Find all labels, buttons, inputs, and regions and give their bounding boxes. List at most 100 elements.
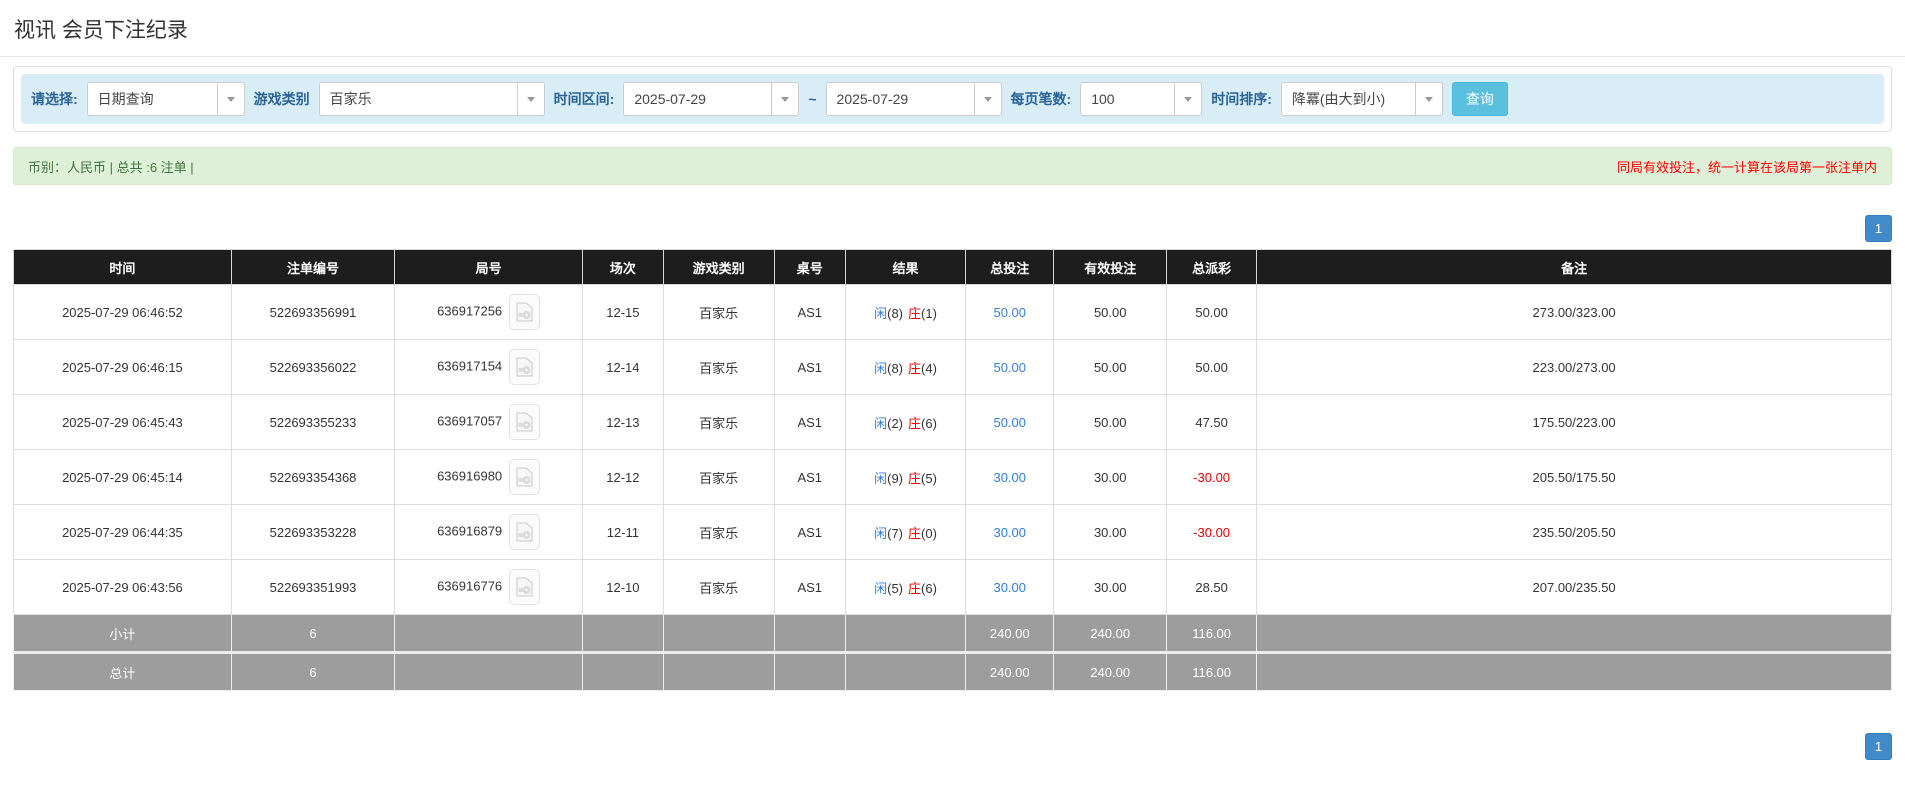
cell-remark: 223.00/273.00 (1257, 340, 1892, 395)
game-category-select[interactable]: 百家乐 (319, 82, 545, 116)
chevron-down-icon[interactable] (1174, 83, 1201, 115)
result-banker: 庄 (908, 306, 921, 321)
time-sort-select[interactable]: 降冪(由大到小) (1281, 82, 1443, 116)
film-file-icon (516, 467, 533, 487)
total-valid-bet: 240.00 (1054, 653, 1167, 691)
round-number: 636916980 (437, 468, 502, 483)
cell-total-bet[interactable]: 30.00 (966, 560, 1054, 615)
cell-total-bet[interactable]: 30.00 (966, 450, 1054, 505)
cell-time: 2025-07-29 06:45:43 (14, 395, 232, 450)
video-replay-button[interactable] (509, 349, 540, 385)
result-banker: 庄 (908, 526, 921, 541)
cell-time: 2025-07-29 06:43:56 (14, 560, 232, 615)
cell-total-bet[interactable]: 30.00 (966, 505, 1054, 560)
cell-payout: 50.00 (1167, 340, 1257, 395)
cell-table-no: AS1 (774, 395, 845, 450)
page-1-button[interactable]: 1 (1865, 733, 1892, 760)
chevron-down-icon[interactable] (517, 83, 544, 115)
bet-records-table: 时间 注单编号 局号 场次 游戏类别 桌号 结果 总投注 有效投注 总派彩 备注… (13, 249, 1892, 691)
col-bet-id: 注单编号 (231, 250, 394, 285)
cell-payout: 50.00 (1167, 285, 1257, 340)
result-player: 闲 (874, 361, 887, 376)
result-banker: 庄 (908, 361, 921, 376)
video-replay-button[interactable] (509, 514, 540, 550)
chevron-down-icon[interactable] (974, 83, 1001, 115)
result-player-score: (8) (887, 306, 903, 321)
cell-round-id: 636916879 (395, 505, 583, 560)
round-number: 636917154 (437, 358, 502, 373)
result-player: 闲 (874, 526, 887, 541)
table-row: 2025-07-29 06:46:15 522693356022 6369171… (14, 340, 1892, 395)
cell-time: 2025-07-29 06:45:14 (14, 450, 232, 505)
cell-bet-id: 522693353228 (231, 505, 394, 560)
cell-game: 百家乐 (663, 560, 774, 615)
page-header: 视讯 会员下注纪录 (0, 0, 1905, 57)
film-file-icon (516, 522, 533, 542)
result-banker-score: (4) (921, 361, 937, 376)
cell-total-bet[interactable]: 50.00 (966, 340, 1054, 395)
cell-remark: 207.00/235.50 (1257, 560, 1892, 615)
video-replay-button[interactable] (509, 294, 540, 330)
subtotal-valid-bet: 240.00 (1054, 615, 1167, 653)
film-file-icon (516, 577, 533, 597)
chevron-down-icon[interactable] (771, 83, 798, 115)
video-replay-button[interactable] (509, 404, 540, 440)
chevron-down-icon[interactable] (217, 83, 244, 115)
page-1-button[interactable]: 1 (1865, 215, 1892, 242)
content: 请选择: 日期查询 游戏类别 百家乐 时间区间: 2025-07-29 ~ (0, 66, 1905, 780)
cell-bet-id: 522693356991 (231, 285, 394, 340)
search-button[interactable]: 查询 (1452, 82, 1508, 116)
cell-valid-bet: 50.00 (1054, 285, 1167, 340)
result-banker: 庄 (908, 471, 921, 486)
query-type-select[interactable]: 日期查询 (87, 82, 245, 116)
result-player: 闲 (874, 306, 887, 321)
summary-bar: 币别：人民币 | 总共 :6 注单 | 同局有效投注，统一计算在该局第一张注单内 (13, 147, 1892, 185)
subtotal-label: 小计 (14, 615, 232, 653)
col-valid-bet: 有效投注 (1054, 250, 1167, 285)
result-banker: 庄 (908, 581, 921, 596)
cell-result: 闲(8)庄(1) (845, 285, 965, 340)
cell-game: 百家乐 (663, 450, 774, 505)
subtotal-total-bet: 240.00 (966, 615, 1054, 653)
result-banker-score: (6) (921, 581, 937, 596)
cell-session: 12-14 (583, 340, 664, 395)
result-banker-score: (0) (921, 526, 937, 541)
cell-remark: 235.50/205.50 (1257, 505, 1892, 560)
video-replay-button[interactable] (509, 459, 540, 495)
time-sort-value: 降冪(由大到小) (1282, 89, 1395, 109)
cell-result: 闲(2)庄(6) (845, 395, 965, 450)
cell-total-bet[interactable]: 50.00 (966, 285, 1054, 340)
cell-session: 12-12 (583, 450, 664, 505)
chevron-down-icon[interactable] (1415, 83, 1442, 115)
time-range-label: 时间区间: (554, 89, 615, 109)
cell-valid-bet: 50.00 (1054, 340, 1167, 395)
cell-round-id: 636917154 (395, 340, 583, 395)
date-to-select[interactable]: 2025-07-29 (826, 82, 1002, 116)
game-category-label: 游戏类别 (254, 89, 310, 109)
result-player-score: (2) (887, 416, 903, 431)
date-from-select[interactable]: 2025-07-29 (623, 82, 799, 116)
cell-table-no: AS1 (774, 560, 845, 615)
table-row: 2025-07-29 06:46:52 522693356991 6369172… (14, 285, 1892, 340)
query-type-label: 请选择: (31, 89, 78, 109)
result-player-score: (7) (887, 526, 903, 541)
game-category-value: 百家乐 (320, 89, 382, 109)
video-replay-button[interactable] (509, 569, 540, 605)
valid-bet-note-text: 同局有效投注，统一计算在该局第一张注单内 (1617, 157, 1877, 176)
result-banker: 庄 (908, 416, 921, 431)
cell-total-bet[interactable]: 50.00 (966, 395, 1054, 450)
cell-bet-id: 522693354368 (231, 450, 394, 505)
page: 视讯 会员下注纪录 请选择: 日期查询 游戏类别 百家乐 时间区间: 2025-… (0, 0, 1905, 797)
result-player: 闲 (874, 471, 887, 486)
cell-payout: -30.00 (1167, 450, 1257, 505)
table-row: 2025-07-29 06:44:35 522693353228 6369168… (14, 505, 1892, 560)
cell-valid-bet: 30.00 (1054, 450, 1167, 505)
cell-payout: -30.00 (1167, 505, 1257, 560)
round-number: 636916879 (437, 523, 502, 538)
per-page-select[interactable]: 100 (1080, 82, 1202, 116)
currency-summary-text: 币别：人民币 | 总共 :6 注单 | (28, 157, 194, 176)
table-header-row: 时间 注单编号 局号 场次 游戏类别 桌号 结果 总投注 有效投注 总派彩 备注 (14, 250, 1892, 285)
col-round-id: 局号 (395, 250, 583, 285)
result-player: 闲 (874, 416, 887, 431)
total-total-bet: 240.00 (966, 653, 1054, 691)
